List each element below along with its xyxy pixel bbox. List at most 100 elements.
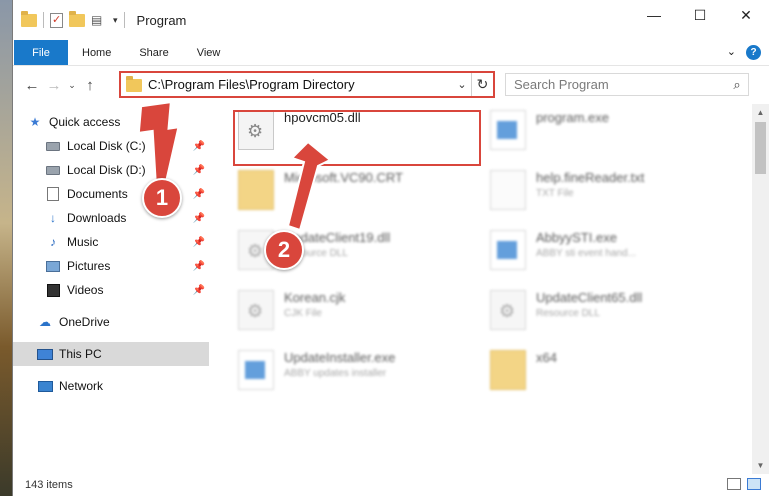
pin-icon[interactable]: 📌 — [193, 285, 205, 296]
gear-file-icon — [238, 290, 274, 330]
file-item-microsoft-vc90-crt[interactable]: Microsoft.VC90.CRT — [238, 170, 403, 210]
item-count: 143 items — [25, 479, 73, 491]
file-item-updateinstaller-exe[interactable]: UpdateInstaller.exe ABBY updates install… — [238, 350, 395, 390]
pin-icon[interactable]: 📌 — [193, 141, 205, 152]
back-arrow-icon[interactable]: ← — [21, 77, 43, 94]
file-item-korean-cjk[interactable]: Korean.cjk CJK File — [238, 290, 345, 330]
callout-two: 2 — [264, 230, 304, 270]
scroll-down-icon[interactable]: ▼ — [752, 457, 769, 474]
tab-file[interactable]: File — [14, 40, 68, 65]
sidebar-item-quick-access[interactable]: ★ Quick access — [13, 110, 209, 134]
music-icon: ♪ — [50, 235, 56, 249]
sidebar-item-label: OneDrive — [59, 315, 110, 329]
tiles-view-icon[interactable] — [747, 478, 761, 490]
sidebar-item-label: Videos — [67, 283, 104, 297]
minimize-button[interactable]: — — [631, 0, 677, 30]
callout-one: 1 — [142, 178, 182, 218]
pin-icon[interactable]: 📌 — [193, 189, 205, 200]
drive-icon — [45, 139, 61, 153]
file-highlight-box — [233, 110, 481, 166]
star-icon: ★ — [29, 115, 41, 129]
sidebar-item-label: Music — [67, 235, 99, 249]
new-folder-icon[interactable] — [69, 10, 85, 27]
navigation-pane: ★ Quick access Local Disk (C:) 📌 Local D… — [13, 104, 209, 474]
download-icon: ↓ — [50, 211, 56, 225]
file-item-help-txt[interactable]: help.fineReader.txt TXT File — [490, 170, 644, 210]
sidebar-item-onedrive[interactable]: ☁ OneDrive — [13, 310, 209, 334]
file-name: help.fineReader.txt — [536, 170, 645, 185]
file-type: Resource DLL — [536, 308, 600, 319]
file-item-x64[interactable]: x64 — [490, 350, 557, 390]
close-button[interactable]: ✕ — [723, 0, 769, 30]
properties-icon[interactable] — [50, 12, 63, 28]
sidebar-item-pictures[interactable]: Pictures 📌 — [13, 254, 209, 278]
customize-icon[interactable]: ▤ — [91, 13, 107, 27]
exe-icon — [490, 110, 526, 150]
vertical-scrollbar[interactable]: ▲ ▼ — [752, 104, 769, 474]
file-explorer-window: ▤ ▾ Program — ☐ ✕ File Home Share View ⌄… — [12, 0, 769, 496]
recent-chevron-icon[interactable]: ⌄ — [65, 80, 79, 91]
exe-icon — [238, 350, 274, 390]
file-name: program.exe — [536, 110, 609, 125]
sidebar-item-videos[interactable]: Videos 📌 — [13, 278, 209, 302]
pin-icon[interactable]: 📌 — [193, 213, 205, 224]
status-bar: 143 items — [13, 474, 769, 496]
search-icon[interactable]: ⌕ — [726, 77, 748, 93]
cloud-icon: ☁ — [39, 315, 51, 329]
sidebar-item-network[interactable]: Network — [13, 374, 209, 398]
window-title: Program — [136, 12, 187, 28]
folder-icon — [490, 350, 526, 390]
scroll-thumb[interactable] — [755, 122, 766, 174]
help-icon[interactable]: ? — [746, 45, 761, 60]
search-input[interactable] — [506, 77, 726, 92]
file-item-updateclient19-dll[interactable]: UpdateClient19.dll Resource DLL — [238, 230, 390, 270]
address-bar[interactable]: C:\Program Files\Program Directory ⌄ ↻ — [119, 71, 495, 98]
folder-icon[interactable] — [21, 10, 37, 27]
file-item-updateclient65-dll[interactable]: UpdateClient65.dll Resource DLL — [490, 290, 642, 330]
desktop-background — [0, 0, 12, 496]
forward-arrow-icon[interactable]: → — [43, 77, 65, 94]
file-name: UpdateInstaller.exe — [284, 350, 396, 365]
ribbon-right: ⌄ ? — [727, 45, 761, 60]
tab-view[interactable]: View — [183, 40, 235, 65]
refresh-button[interactable]: ↻ — [471, 73, 493, 96]
sidebar-item-downloads[interactable]: ↓ Downloads 📌 — [13, 206, 209, 230]
pin-icon[interactable]: 📌 — [193, 237, 205, 248]
sidebar-item-local-disk-c[interactable]: Local Disk (C:) 📌 — [13, 134, 209, 158]
file-item-program-exe[interactable]: program.exe — [490, 110, 609, 150]
drive-icon — [45, 163, 61, 177]
folder-icon — [238, 170, 274, 210]
search-box: ⌕ — [505, 73, 749, 96]
sidebar-item-label: Documents — [67, 187, 128, 201]
file-item-abbyysti-exe[interactable]: AbbyySTI.exe ABBY sti event hand... — [490, 230, 636, 270]
scroll-up-icon[interactable]: ▲ — [752, 104, 769, 121]
details-view-icon[interactable] — [727, 478, 741, 490]
title-bar: ▤ ▾ Program — ☐ ✕ — [13, 0, 769, 40]
file-name: AbbyySTI.exe — [536, 230, 617, 245]
pc-icon — [37, 347, 53, 361]
sidebar-item-music[interactable]: ♪ Music 📌 — [13, 230, 209, 254]
sidebar-item-this-pc[interactable]: This PC — [13, 342, 209, 366]
file-type: ABBY sti event hand... — [536, 248, 636, 259]
file-name: UpdateClient65.dll — [536, 290, 643, 305]
maximize-button[interactable]: ☐ — [677, 0, 723, 30]
video-icon — [45, 283, 61, 297]
address-path[interactable]: C:\Program Files\Program Directory — [148, 77, 453, 92]
address-dropdown-icon[interactable]: ⌄ — [453, 78, 471, 91]
quick-access-toolbar: ▤ ▾ — [13, 10, 125, 28]
up-arrow-icon[interactable]: ↑ — [79, 77, 101, 94]
sidebar-item-label: Quick access — [49, 115, 121, 129]
divider — [123, 12, 125, 28]
sidebar-item-local-disk-d[interactable]: Local Disk (D:) 📌 — [13, 158, 209, 182]
pin-icon[interactable]: 📌 — [193, 261, 205, 272]
expand-ribbon-icon[interactable]: ⌄ — [727, 45, 736, 60]
pin-icon[interactable]: 📌 — [193, 165, 205, 176]
tab-home[interactable]: Home — [68, 40, 125, 65]
sidebar-item-label: Local Disk (D:) — [67, 163, 146, 177]
tab-share[interactable]: Share — [125, 40, 182, 65]
window-controls: — ☐ ✕ — [631, 0, 769, 30]
sidebar-item-label: Network — [59, 379, 104, 393]
folder-icon — [126, 76, 142, 92]
chevron-down-icon[interactable]: ▾ — [113, 15, 118, 26]
text-file-icon — [490, 170, 526, 210]
